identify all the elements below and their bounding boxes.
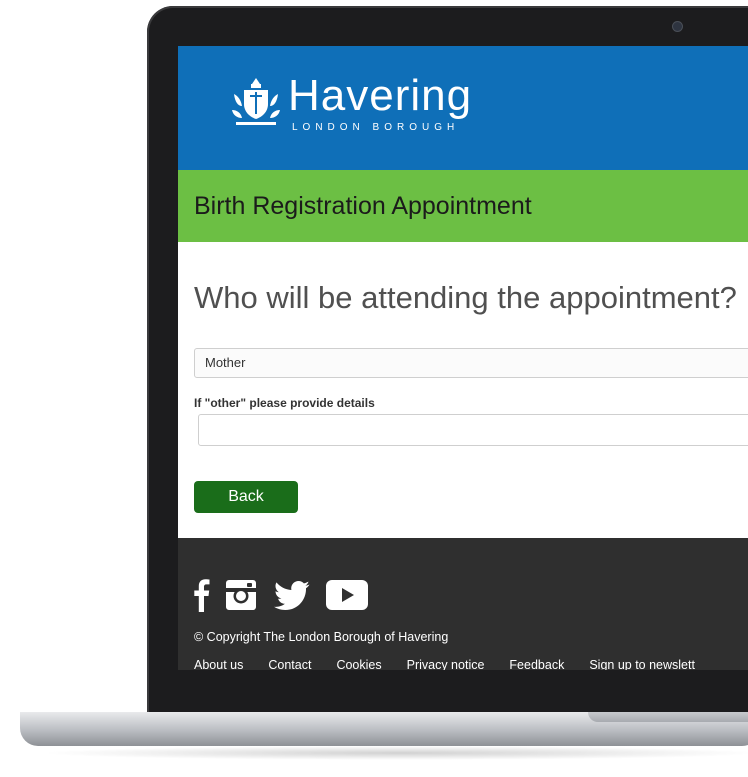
footer-link-about[interactable]: About us [194,658,243,670]
brand-name: Havering [288,71,473,120]
footer-link-feedback[interactable]: Feedback [509,658,564,670]
footer-link-contact[interactable]: Contact [268,658,311,670]
attendee-select[interactable]: Mother [194,348,748,378]
brand-subtitle: LONDON BOROUGH [292,122,460,133]
laptop-notch [588,712,748,722]
crest-icon [232,78,280,125]
other-details-label: If "other" please provide details [194,396,375,410]
copyright-text: © Copyright The London Borough of Haveri… [194,630,449,644]
site-footer: © Copyright The London Borough of Haveri… [178,538,748,670]
browser-screen: Havering LONDON BOROUGH Birth Registrati… [178,46,748,670]
webcam [673,22,682,31]
site-logo[interactable]: Havering LONDON BOROUGH [230,68,530,148]
other-details-input[interactable] [198,414,748,446]
footer-link-newsletter[interactable]: Sign up to newslett [589,658,695,670]
back-button[interactable]: Back [194,481,298,513]
service-banner: Birth Registration Appointment [178,170,748,242]
site-header: Havering LONDON BOROUGH [178,46,748,170]
instagram-icon[interactable] [226,580,256,610]
footer-links: About us Contact Cookies Privacy notice Feed… [194,656,720,670]
footer-link-cookies[interactable]: Cookies [336,658,381,670]
laptop-shadow [40,746,748,760]
page-question: Who will be attending the appointment? [194,280,737,315]
laptop-mockup: Havering LONDON BOROUGH Birth Registrati… [0,0,748,777]
youtube-icon[interactable] [326,580,368,610]
service-title: Birth Registration Appointment [194,192,532,220]
facebook-icon[interactable] [194,578,210,612]
twitter-icon[interactable] [274,581,310,611]
footer-link-privacy[interactable]: Privacy notice [407,658,485,670]
